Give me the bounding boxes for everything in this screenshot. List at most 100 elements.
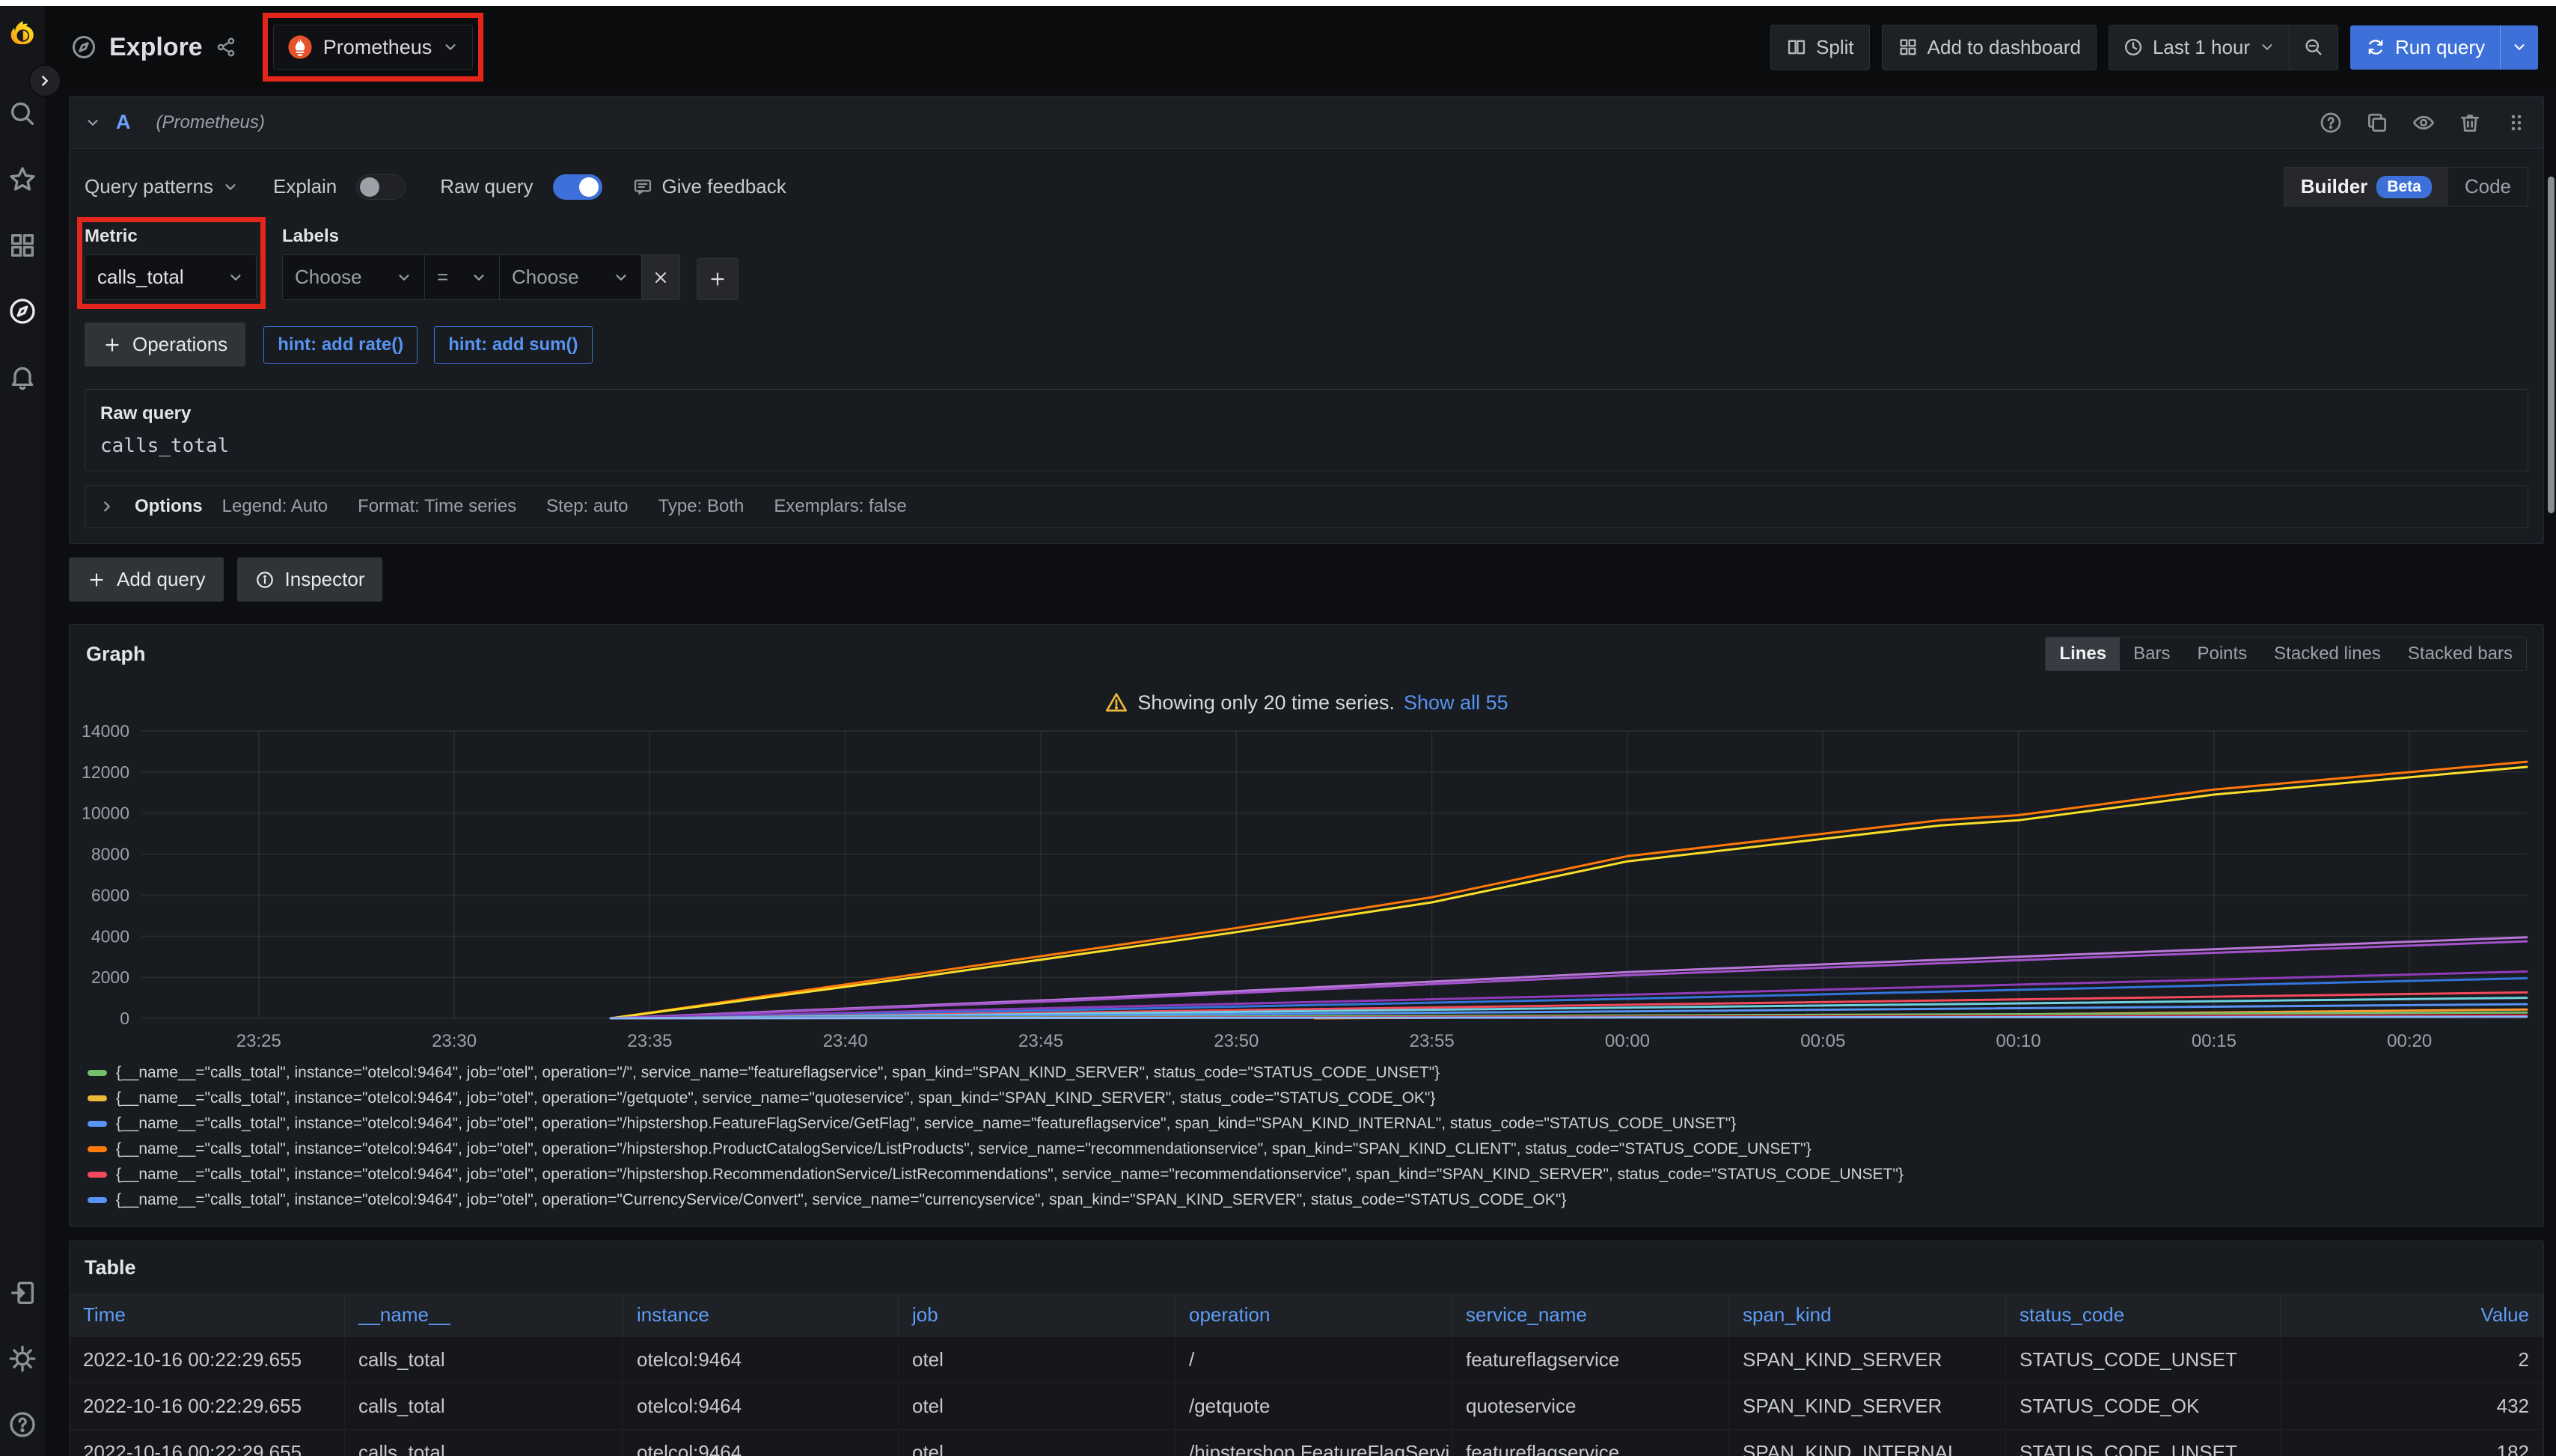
explain-toggle[interactable] [356, 174, 406, 200]
chevron-right-icon[interactable] [99, 498, 115, 515]
column-header-statuscode[interactable]: status_code [2006, 1293, 2281, 1336]
hide-query-eye-icon[interactable] [2412, 111, 2436, 135]
query-options-row: Options Legend: AutoFormat: Time seriesS… [85, 485, 2528, 528]
query-help-icon[interactable] [2319, 111, 2343, 135]
svg-text:00:00: 00:00 [1605, 1031, 1650, 1051]
query-hint-button[interactable]: hint: add sum() [434, 326, 592, 364]
svg-text:10000: 10000 [82, 804, 129, 823]
run-query-dropdown-button[interactable] [2500, 25, 2538, 70]
legend-item[interactable]: {__name__="calls_total", instance="otelc… [88, 1187, 2525, 1213]
chevron-down-icon [2511, 39, 2528, 55]
builder-mode-button[interactable]: Builder Beta [2284, 168, 2448, 206]
chart-series-series-2 [611, 767, 2527, 1018]
inspector-button[interactable]: Inspector [237, 557, 383, 602]
vertical-scrollbar-thumb[interactable] [2548, 177, 2555, 513]
series-color-marker [88, 1070, 107, 1076]
close-icon [652, 269, 670, 287]
legend-item[interactable]: {__name__="calls_total", instance="otelc… [88, 1086, 2525, 1111]
column-header-time[interactable]: Time [70, 1293, 345, 1336]
dashboards-icon[interactable] [7, 230, 37, 260]
graph-mode-switcher: LinesBarsPointsStacked linesStacked bars [2045, 637, 2527, 671]
column-header-spankind[interactable]: span_kind [1729, 1293, 2006, 1336]
search-icon[interactable] [7, 99, 37, 129]
table-cell: 2022-10-16 00:22:29.655 [70, 1430, 345, 1456]
legend-item[interactable]: {__name__="calls_total", instance="otelc… [88, 1162, 2525, 1187]
metric-select[interactable]: calls_total [85, 254, 257, 300]
label-value-select[interactable]: Choose [499, 254, 641, 300]
graph-panel-title: Graph [86, 643, 146, 666]
table-row: 2022-10-16 00:22:29.655calls_totalotelco… [70, 1429, 2543, 1456]
graph-panel: Graph LinesBarsPointsStacked linesStacke… [69, 624, 2544, 1227]
labels-label: Labels [282, 226, 739, 247]
series-color-marker [88, 1146, 107, 1152]
table-cell: / [1175, 1337, 1452, 1383]
query-hint-button[interactable]: hint: add rate() [263, 326, 418, 364]
zoom-out-icon [2303, 37, 2324, 58]
svg-text:23:45: 23:45 [1018, 1031, 1063, 1051]
alerting-bell-icon[interactable] [7, 362, 37, 392]
add-label-filter-button[interactable] [697, 258, 739, 300]
legend-item[interactable]: {__name__="calls_total", instance="otelc… [88, 1060, 2525, 1086]
legend-item[interactable]: {__name__="calls_total", instance="otelc… [88, 1137, 2525, 1162]
graph-mode-bars[interactable]: Bars [2120, 637, 2183, 670]
sidebar-expand-button[interactable] [28, 64, 61, 97]
explore-compass-icon[interactable] [7, 296, 37, 326]
time-picker-group: Last 1 hour [2109, 25, 2338, 70]
graph-mode-lines[interactable]: Lines [2046, 637, 2120, 670]
give-feedback-button[interactable]: Give feedback [632, 175, 786, 198]
svg-text:23:55: 23:55 [1410, 1031, 1455, 1051]
label-operator-select[interactable]: = [424, 254, 499, 300]
delete-query-trash-icon[interactable] [2458, 111, 2482, 135]
help-icon[interactable] [7, 1410, 37, 1440]
duplicate-query-icon[interactable] [2365, 111, 2389, 135]
legend-item-partial[interactable]: {__name__="calls_total", instance="otelc… [88, 1213, 2525, 1217]
raw-query-toggle[interactable] [553, 174, 602, 200]
starred-icon[interactable] [7, 165, 37, 195]
show-all-series-link[interactable]: Show all 55 [1404, 691, 1508, 715]
column-header-job[interactable]: job [899, 1293, 1175, 1336]
options-expander[interactable]: Options [135, 496, 203, 517]
series-label: {__name__="calls_total", instance="otelc… [116, 1140, 1811, 1158]
run-query-button[interactable]: Run query [2350, 25, 2500, 70]
table-cell: 2022-10-16 00:22:29.655 [70, 1337, 345, 1383]
add-query-button[interactable]: Add query [69, 557, 224, 602]
svg-text:23:25: 23:25 [236, 1031, 281, 1051]
beta-badge: Beta [2376, 176, 2432, 198]
zoom-out-button[interactable] [2289, 25, 2338, 70]
add-operation-button[interactable]: Operations [85, 322, 245, 367]
label-key-select[interactable]: Choose [282, 254, 424, 300]
table-cell: SPAN_KIND_SERVER [1729, 1337, 2006, 1383]
time-series-chart[interactable]: 0200040006000800010000120001400023:2523:… [82, 719, 2533, 1056]
legend-item[interactable]: {__name__="calls_total", instance="otelc… [88, 1111, 2525, 1137]
graph-mode-points[interactable]: Points [2183, 637, 2260, 670]
explore-compass-icon [70, 34, 97, 61]
time-range-picker[interactable]: Last 1 hour [2109, 25, 2289, 70]
table-cell: STATUS_CODE_OK [2006, 1383, 2281, 1429]
graph-mode-stacked-lines[interactable]: Stacked lines [2260, 637, 2394, 670]
grafana-logo-icon[interactable] [5, 18, 40, 52]
split-button[interactable]: Split [1770, 25, 1870, 70]
query-patterns-dropdown[interactable]: Query patterns [85, 175, 239, 198]
column-header-instance[interactable]: instance [623, 1293, 899, 1336]
share-link-icon[interactable] [215, 36, 237, 58]
column-header-operation[interactable]: operation [1175, 1293, 1452, 1336]
collapse-query-chevron-icon[interactable] [85, 114, 101, 131]
sign-in-icon[interactable] [7, 1278, 37, 1308]
chevron-down-icon [227, 269, 244, 286]
svg-text:2000: 2000 [91, 967, 129, 987]
add-to-dashboard-button[interactable]: Add to dashboard [1882, 25, 2097, 70]
table-panel: Table Time__name__instancejoboperationse… [69, 1241, 2544, 1456]
svg-text:23:30: 23:30 [432, 1031, 477, 1051]
column-header-value[interactable]: Value [2281, 1293, 2543, 1336]
drag-handle-icon[interactable] [2504, 111, 2528, 135]
remove-label-filter-button[interactable] [641, 254, 680, 300]
column-header-name[interactable]: __name__ [345, 1293, 623, 1336]
graph-mode-stacked-bars[interactable]: Stacked bars [2394, 637, 2526, 670]
series-color-marker [88, 1095, 107, 1101]
table-cell: 2 [2281, 1337, 2543, 1383]
datasource-picker[interactable]: Prometheus [273, 25, 474, 70]
table-panel-title: Table [70, 1250, 2543, 1293]
settings-gear-icon[interactable] [7, 1344, 37, 1374]
column-header-servicename[interactable]: service_name [1452, 1293, 1729, 1336]
code-mode-button[interactable]: Code [2448, 168, 2528, 206]
